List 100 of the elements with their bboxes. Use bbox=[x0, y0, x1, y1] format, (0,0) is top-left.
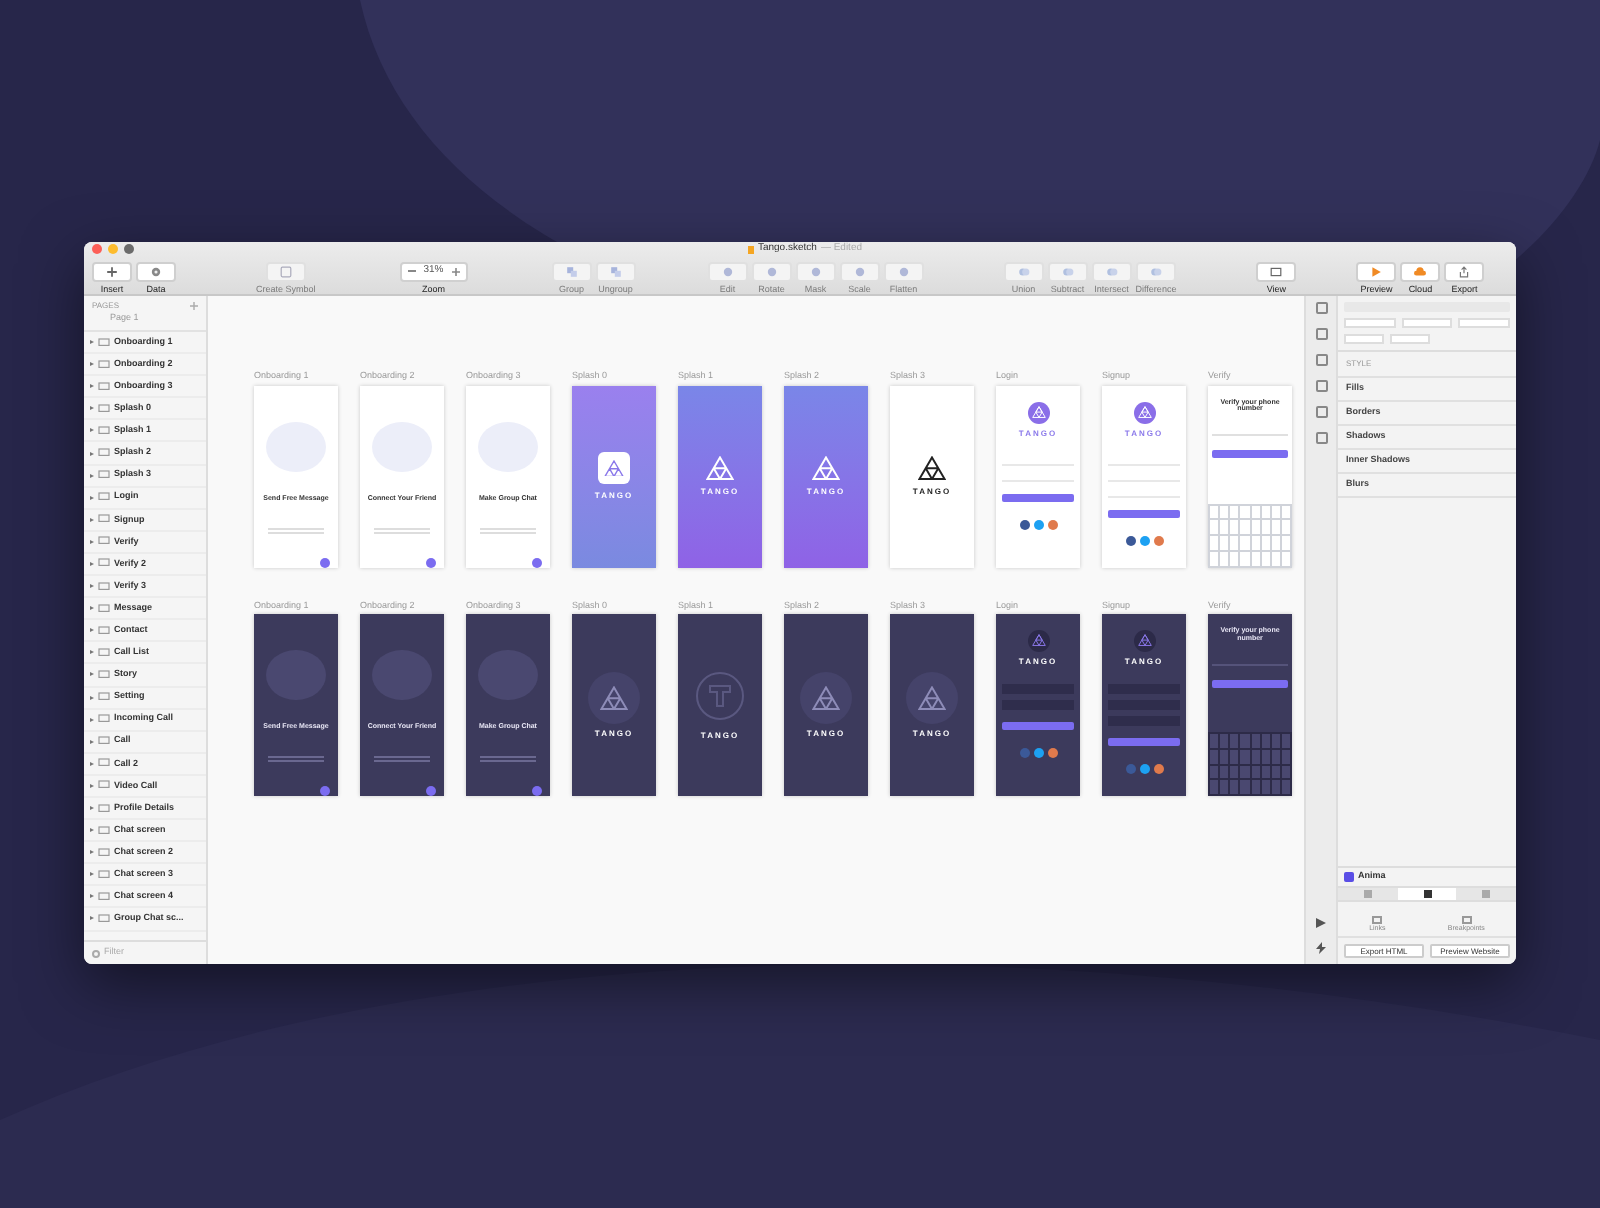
next-button[interactable] bbox=[532, 786, 542, 796]
add-page-icon[interactable] bbox=[190, 301, 198, 309]
plugin-logo-icon bbox=[1344, 872, 1354, 882]
symbol-icon bbox=[279, 265, 292, 277]
expand-arrow-icon[interactable] bbox=[90, 495, 94, 500]
expand-arrow-icon[interactable] bbox=[90, 539, 94, 544]
expand-arrow-icon[interactable] bbox=[90, 872, 94, 877]
expand-arrow-icon[interactable] bbox=[90, 717, 94, 722]
next-button[interactable] bbox=[320, 786, 330, 796]
triangle-logo-icon bbox=[812, 685, 840, 711]
toolbar-button[interactable] bbox=[1256, 261, 1297, 281]
tool-icon bbox=[809, 265, 822, 277]
triangle-logo-icon bbox=[600, 685, 628, 711]
next-button[interactable] bbox=[1212, 679, 1288, 688]
tab-icon bbox=[1482, 890, 1491, 898]
filter-icon bbox=[92, 949, 100, 957]
plugin-icon[interactable] bbox=[1315, 406, 1327, 418]
lightning-icon[interactable] bbox=[1316, 942, 1326, 954]
plugin-tab[interactable] bbox=[1397, 888, 1457, 900]
expand-arrow-icon[interactable] bbox=[90, 916, 94, 921]
tool-icon bbox=[721, 265, 734, 277]
shape-icon bbox=[1105, 265, 1118, 277]
expand-arrow-icon[interactable] bbox=[90, 806, 94, 811]
tab-icon bbox=[1363, 890, 1372, 898]
text-lines-drawing bbox=[374, 527, 430, 533]
toolbar-button[interactable] bbox=[1356, 261, 1397, 281]
shape-icon bbox=[1149, 265, 1162, 277]
plugin-icon[interactable] bbox=[1315, 328, 1327, 340]
expand-arrow-icon[interactable] bbox=[90, 761, 94, 766]
expand-arrow-icon[interactable] bbox=[90, 362, 94, 367]
dropdown-field[interactable] bbox=[1344, 334, 1384, 344]
dropdown-field[interactable] bbox=[1401, 318, 1453, 328]
triangle-logo-icon bbox=[918, 685, 946, 711]
triangle-logo-icon bbox=[812, 456, 840, 482]
export-icon bbox=[1458, 265, 1471, 277]
plus-icon bbox=[106, 265, 118, 277]
group-icon bbox=[609, 265, 622, 277]
expand-arrow-icon[interactable] bbox=[90, 428, 94, 433]
triangle-logo-icon bbox=[918, 456, 946, 482]
plugin-icon[interactable] bbox=[1315, 380, 1327, 392]
zoom-in-icon[interactable] bbox=[451, 267, 460, 275]
expand-arrow-icon[interactable] bbox=[90, 672, 94, 677]
toolbar-button[interactable] bbox=[1444, 261, 1485, 281]
tab-icon bbox=[1423, 890, 1431, 898]
expand-arrow-icon[interactable] bbox=[90, 384, 94, 389]
view-icon bbox=[1270, 265, 1283, 277]
expand-arrow-icon[interactable] bbox=[90, 739, 94, 744]
expand-arrow-icon[interactable] bbox=[90, 894, 94, 899]
tool-icon bbox=[765, 265, 778, 277]
next-button[interactable] bbox=[426, 557, 436, 567]
play-icon[interactable] bbox=[1316, 918, 1326, 928]
plugin-icon[interactable] bbox=[1315, 432, 1327, 444]
expand-arrow-icon[interactable] bbox=[90, 606, 94, 611]
zoom-button[interactable] bbox=[124, 244, 134, 255]
text-lines-drawing bbox=[480, 756, 536, 762]
expand-arrow-icon[interactable] bbox=[90, 517, 94, 522]
expand-arrow-icon[interactable] bbox=[90, 406, 94, 411]
triangle-logo-icon bbox=[706, 456, 734, 482]
keyboard-drawing bbox=[1208, 503, 1292, 567]
expand-arrow-icon[interactable] bbox=[90, 628, 94, 633]
expand-arrow-icon[interactable] bbox=[90, 561, 94, 566]
expand-arrow-icon[interactable] bbox=[90, 850, 94, 855]
next-button[interactable] bbox=[1212, 450, 1288, 459]
dropdown-field[interactable] bbox=[1344, 318, 1396, 328]
expand-arrow-icon[interactable] bbox=[90, 340, 94, 345]
expand-arrow-icon[interactable] bbox=[90, 451, 94, 456]
text-lines-drawing bbox=[268, 527, 324, 533]
shape-icon bbox=[1017, 265, 1030, 277]
expand-arrow-icon[interactable] bbox=[90, 695, 94, 700]
toolbar-button[interactable] bbox=[136, 261, 176, 281]
text-lines-drawing bbox=[374, 756, 430, 762]
plugin-icon[interactable] bbox=[1315, 302, 1327, 314]
submit-button[interactable] bbox=[1002, 493, 1074, 501]
letter-t-logo-icon bbox=[696, 671, 744, 719]
toolbar-button[interactable] bbox=[1400, 261, 1441, 281]
cloud-icon bbox=[1414, 265, 1427, 277]
text-lines-drawing bbox=[268, 756, 324, 762]
dropdown-field[interactable] bbox=[1390, 334, 1430, 344]
expand-arrow-icon[interactable] bbox=[90, 584, 94, 589]
close-button[interactable] bbox=[92, 244, 102, 255]
next-button[interactable] bbox=[320, 557, 330, 567]
shape-icon bbox=[1061, 265, 1074, 277]
expand-arrow-icon[interactable] bbox=[90, 473, 94, 478]
group-icon bbox=[565, 265, 578, 277]
tool-icon bbox=[853, 265, 866, 277]
expand-arrow-icon[interactable] bbox=[90, 650, 94, 655]
dropdown-field[interactable] bbox=[1458, 318, 1511, 328]
toolbar-button[interactable] bbox=[92, 261, 132, 281]
expand-arrow-icon[interactable] bbox=[90, 828, 94, 833]
gear-icon bbox=[150, 265, 162, 277]
tool-icon bbox=[897, 265, 910, 277]
next-button[interactable] bbox=[426, 786, 436, 796]
next-button[interactable] bbox=[532, 557, 542, 567]
expand-arrow-icon[interactable] bbox=[90, 783, 94, 788]
submit-button[interactable] bbox=[1108, 509, 1180, 517]
keyboard-drawing bbox=[1208, 732, 1292, 796]
plugin-icon[interactable] bbox=[1315, 354, 1327, 366]
document-icon bbox=[747, 245, 754, 254]
triangle-logo-icon bbox=[604, 459, 624, 477]
text-lines-drawing bbox=[480, 527, 536, 533]
